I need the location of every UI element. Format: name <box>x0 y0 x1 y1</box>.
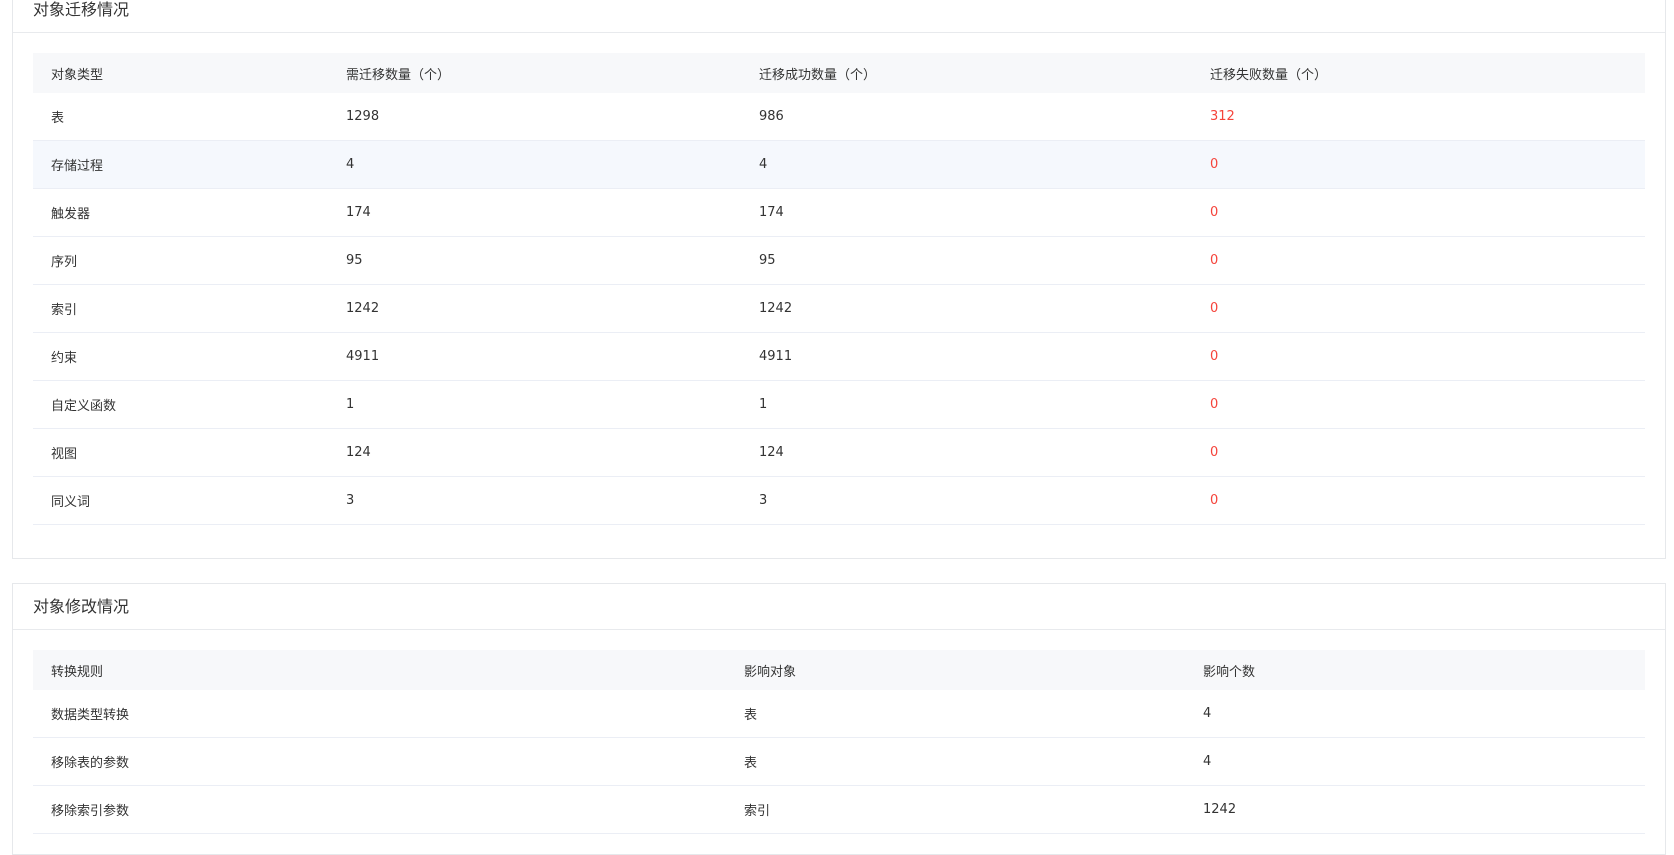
cell-object-type: 存储过程 <box>33 140 328 189</box>
cell-success: 3 <box>741 476 1192 525</box>
panel-title: 对象修改情况 <box>13 584 1665 630</box>
table-row[interactable]: 数据类型转换 表 4 <box>33 690 1645 738</box>
cell-object-type: 同义词 <box>33 476 328 525</box>
table-row[interactable]: 约束 4911 4911 0 <box>33 332 1645 381</box>
table-row[interactable]: 触发器 174 174 0 <box>33 188 1645 237</box>
cell-failed: 0 <box>1192 332 1645 381</box>
cell-success: 4911 <box>741 332 1192 381</box>
cell-failed: 0 <box>1192 236 1645 285</box>
column-header-to-migrate: 需迁移数量（个） <box>346 67 451 83</box>
cell-success: 1242 <box>741 284 1192 333</box>
table-row[interactable]: 同义词 3 3 0 <box>33 476 1645 525</box>
cell-success: 124 <box>741 428 1192 477</box>
migration-table: 对象类型 需迁移数量（个） 迁移成功数量（个） 迁移失败数量（个） 表 1298… <box>33 53 1645 525</box>
table-row[interactable]: 表 1298 986 312 <box>33 93 1645 141</box>
column-header-migrated-success: 迁移成功数量（个） <box>759 67 877 83</box>
cell-to-migrate: 174 <box>328 188 741 237</box>
cell-failed: 0 <box>1192 188 1645 237</box>
cell-affected-object: 表 <box>726 737 1185 786</box>
cell-object-type: 自定义函数 <box>33 380 328 429</box>
cell-object-type: 约束 <box>33 332 328 381</box>
column-header-conversion-rule: 转换规则 <box>51 664 104 680</box>
cell-success: 174 <box>741 188 1192 237</box>
object-migration-panel: 对象迁移情况 对象类型 需迁移数量（个） 迁移成功数量（个） 迁移失败数量（个）… <box>12 0 1666 559</box>
table-header-row: 转换规则 影响对象 影响个数 <box>33 650 1645 690</box>
cell-success: 95 <box>741 236 1192 285</box>
cell-conversion-rule: 移除索引参数 <box>33 785 726 834</box>
cell-object-type: 索引 <box>33 284 328 333</box>
cell-affected-object: 索引 <box>726 785 1185 834</box>
cell-success: 4 <box>741 140 1192 189</box>
column-header-affected-count: 影响个数 <box>1203 664 1256 680</box>
cell-affected-object: 表 <box>726 690 1185 738</box>
column-header-affected-object: 影响对象 <box>744 664 797 680</box>
object-modification-panel: 对象修改情况 转换规则 影响对象 影响个数 数据类型转换 表 4 移除表的参数 <box>12 583 1666 855</box>
cell-failed: 0 <box>1192 284 1645 333</box>
cell-object-type: 视图 <box>33 428 328 477</box>
table-row[interactable]: 存储过程 4 4 0 <box>33 140 1645 189</box>
table-row[interactable]: 索引 1242 1242 0 <box>33 284 1645 333</box>
cell-failed: 0 <box>1192 380 1645 429</box>
cell-conversion-rule: 数据类型转换 <box>33 690 726 738</box>
cell-conversion-rule: 移除表的参数 <box>33 737 726 786</box>
cell-object-type: 序列 <box>33 236 328 285</box>
panel-title: 对象迁移情况 <box>13 0 1665 33</box>
table-row[interactable]: 序列 95 95 0 <box>33 236 1645 285</box>
cell-object-type: 触发器 <box>33 188 328 237</box>
cell-object-type: 表 <box>33 93 328 141</box>
cell-success: 986 <box>741 93 1192 141</box>
cell-to-migrate: 1298 <box>328 93 741 141</box>
table-row[interactable]: 自定义函数 1 1 0 <box>33 380 1645 429</box>
cell-failed: 312 <box>1192 93 1645 141</box>
column-header-object-type: 对象类型 <box>51 67 104 83</box>
cell-to-migrate: 95 <box>328 236 741 285</box>
table-row[interactable]: 移除表的参数 表 4 <box>33 737 1645 786</box>
table-row[interactable]: 视图 124 124 0 <box>33 428 1645 477</box>
cell-to-migrate: 1 <box>328 380 741 429</box>
cell-failed: 0 <box>1192 476 1645 525</box>
column-header-migrated-failed: 迁移失败数量（个） <box>1210 67 1328 83</box>
cell-affected-count: 1242 <box>1185 785 1645 834</box>
cell-affected-count: 4 <box>1185 690 1645 738</box>
cell-to-migrate: 124 <box>328 428 741 477</box>
cell-to-migrate: 4911 <box>328 332 741 381</box>
cell-to-migrate: 3 <box>328 476 741 525</box>
table-header-row: 对象类型 需迁移数量（个） 迁移成功数量（个） 迁移失败数量（个） <box>33 53 1645 93</box>
cell-failed: 0 <box>1192 140 1645 189</box>
cell-to-migrate: 4 <box>328 140 741 189</box>
cell-failed: 0 <box>1192 428 1645 477</box>
cell-affected-count: 4 <box>1185 737 1645 786</box>
modification-table: 转换规则 影响对象 影响个数 数据类型转换 表 4 移除表的参数 表 4 移除索… <box>33 650 1645 834</box>
table-row[interactable]: 移除索引参数 索引 1242 <box>33 785 1645 834</box>
cell-success: 1 <box>741 380 1192 429</box>
cell-to-migrate: 1242 <box>328 284 741 333</box>
